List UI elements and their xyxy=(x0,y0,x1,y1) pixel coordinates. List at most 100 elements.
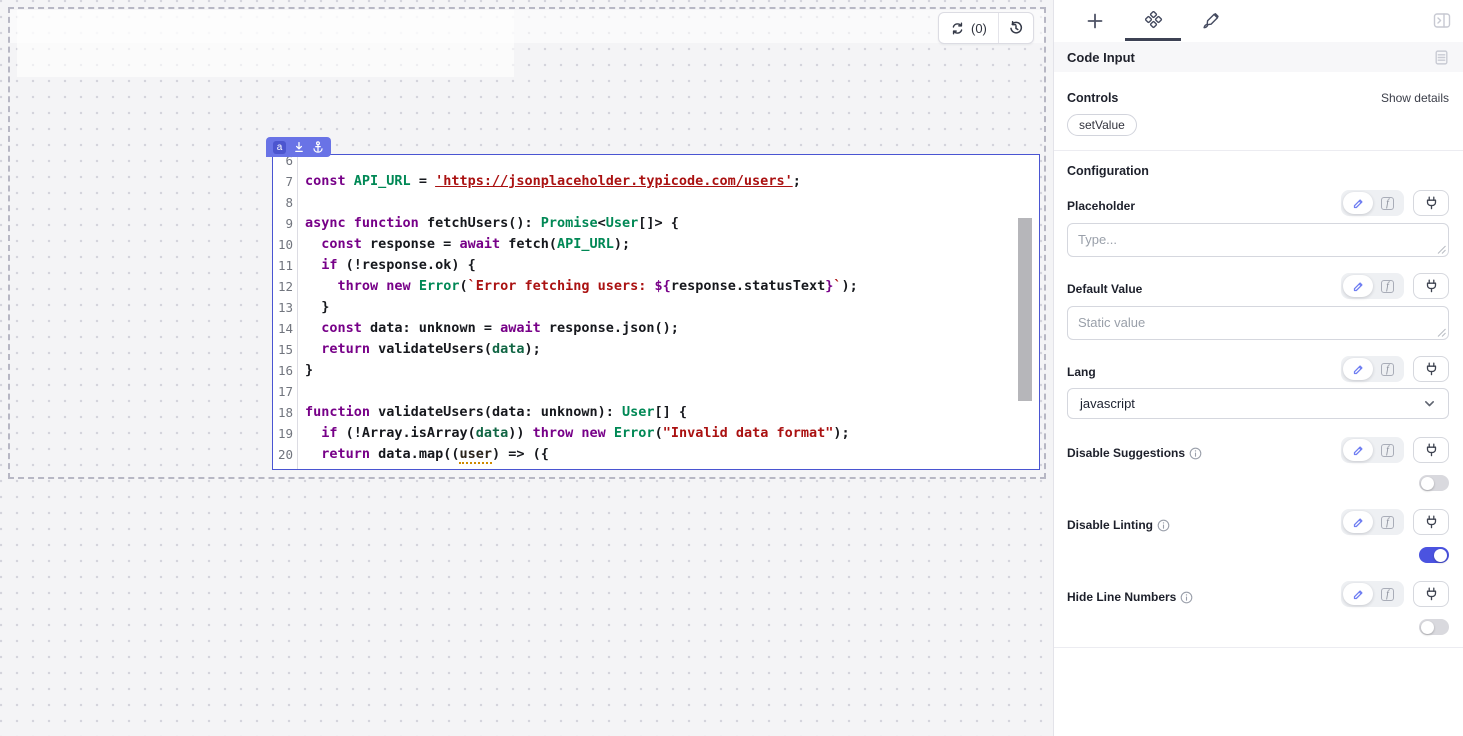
binding-mode-segment[interactable]: f xyxy=(1341,581,1404,607)
component-header: Code Input xyxy=(1054,42,1463,72)
code-text: } xyxy=(298,360,313,381)
line-number: 21 xyxy=(273,465,298,469)
fx-icon[interactable]: f xyxy=(1373,588,1402,601)
paintbrush-icon xyxy=(1202,12,1220,30)
fx-icon[interactable]: f xyxy=(1373,444,1402,457)
code-line: 8 xyxy=(273,192,1039,213)
disable-linting-toggle[interactable] xyxy=(1419,547,1449,563)
field-label: Hide Line Numbers xyxy=(1067,590,1176,604)
pencil-icon[interactable] xyxy=(1343,439,1373,461)
pencil-icon[interactable] xyxy=(1343,192,1373,214)
app-root: (0) a xyxy=(0,0,1463,736)
binding-mode-segment[interactable]: f xyxy=(1341,356,1404,382)
default-value-input[interactable] xyxy=(1067,306,1449,340)
anchor-icon[interactable] xyxy=(312,141,324,153)
line-number: 8 xyxy=(273,192,298,213)
code-line: 11 if (!response.ok) { xyxy=(273,255,1039,276)
binding-mode-segment[interactable]: f xyxy=(1341,273,1404,299)
binding-mode-segment[interactable]: f xyxy=(1341,437,1404,463)
config-field-placeholder: Placeholder f xyxy=(1067,190,1449,257)
code-text xyxy=(298,381,305,402)
fx-icon[interactable]: f xyxy=(1373,516,1402,529)
editor-scrollbar[interactable] xyxy=(1018,218,1032,401)
tab-add[interactable] xyxy=(1066,1,1124,41)
hide-line-numbers-toggle[interactable] xyxy=(1419,619,1449,635)
line-number: 11 xyxy=(273,255,298,276)
fx-icon[interactable]: f xyxy=(1373,363,1402,376)
plug-button[interactable] xyxy=(1413,190,1449,216)
refresh-count: (0) xyxy=(971,21,987,36)
code-text: throw new Error(`Error fetching users: $… xyxy=(298,276,858,297)
code-text: return data.map((user) => ({ xyxy=(298,444,549,465)
code-text: async function fetchUsers(): Promise<Use… xyxy=(298,213,679,234)
line-number: 14 xyxy=(273,318,298,339)
plug-button[interactable] xyxy=(1413,581,1449,607)
lang-select[interactable]: javascript xyxy=(1067,388,1449,419)
history-button[interactable] xyxy=(999,13,1033,43)
panel-body: Controls Show details setValue Configura… xyxy=(1054,91,1463,635)
plug-button[interactable] xyxy=(1413,356,1449,382)
tab-components[interactable] xyxy=(1124,1,1182,41)
code-line: 21 xyxy=(273,465,1039,469)
config-field-lang: Lang f xyxy=(1067,356,1449,419)
line-number: 13 xyxy=(273,297,298,318)
code-text xyxy=(298,192,305,213)
configuration-heading: Configuration xyxy=(1067,164,1449,178)
show-details-link[interactable]: Show details xyxy=(1381,91,1449,105)
widget-handle[interactable]: a xyxy=(266,137,331,157)
pencil-icon[interactable] xyxy=(1343,358,1373,380)
config-field-disable-suggestions: Disable Suggestions f xyxy=(1067,437,1449,491)
pencil-icon[interactable] xyxy=(1343,275,1373,297)
code-line: 17 xyxy=(273,381,1039,402)
line-number: 16 xyxy=(273,360,298,381)
tab-styles[interactable] xyxy=(1182,1,1240,41)
line-number: 6 xyxy=(273,155,298,171)
plug-button[interactable] xyxy=(1413,437,1449,463)
binding-mode-segment[interactable]: f xyxy=(1341,509,1404,535)
field-label: Lang xyxy=(1067,365,1096,379)
code-line: 10 const response = await fetch(API_URL)… xyxy=(273,234,1039,255)
plug-button[interactable] xyxy=(1413,509,1449,535)
fx-icon[interactable]: f xyxy=(1373,197,1402,210)
controls-heading: Controls xyxy=(1067,91,1118,105)
code-line: 18function validateUsers(data: unknown):… xyxy=(273,402,1039,423)
code-editor[interactable]: 67const API_URL = 'https://jsonplacehold… xyxy=(273,155,1039,469)
code-line: 14 const data: unknown = await response.… xyxy=(273,318,1039,339)
line-number: 9 xyxy=(273,213,298,234)
inspector-panel: Code Input Controls Show details setValu… xyxy=(1054,0,1463,736)
disable-suggestions-toggle[interactable] xyxy=(1419,475,1449,491)
line-number: 10 xyxy=(273,234,298,255)
app-canvas[interactable]: (0) a xyxy=(0,0,1054,736)
control-chip-setvalue[interactable]: setValue xyxy=(1067,114,1137,136)
code-line: 13 } xyxy=(273,297,1039,318)
plug-button[interactable] xyxy=(1413,273,1449,299)
code-line: 20 return data.map((user) => ({ xyxy=(273,444,1039,465)
code-input-widget[interactable]: a 67const API_URL = 'https://jsonplaceho… xyxy=(272,154,1040,470)
widget-handle-label[interactable]: a xyxy=(273,141,286,154)
chevron-down-icon xyxy=(1423,397,1436,410)
code-line: 12 throw new Error(`Error fetching users… xyxy=(273,276,1039,297)
code-text: if (!Array.isArray(data)) throw new Erro… xyxy=(298,423,850,444)
plus-icon xyxy=(1087,13,1103,29)
placeholder-input[interactable] xyxy=(1067,223,1449,257)
history-icon xyxy=(1008,20,1024,36)
code-lines: 67const API_URL = 'https://jsonplacehold… xyxy=(273,155,1039,469)
pencil-icon[interactable] xyxy=(1343,583,1373,605)
code-line: 7const API_URL = 'https://jsonplaceholde… xyxy=(273,171,1039,192)
canvas-action-bar: (0) xyxy=(938,12,1034,44)
info-icon xyxy=(1180,591,1193,604)
code-text: } xyxy=(298,297,329,318)
field-label: Default Value xyxy=(1067,282,1142,296)
config-field-disable-linting: Disable Linting f xyxy=(1067,509,1449,563)
binding-mode-segment[interactable]: f xyxy=(1341,190,1404,216)
document-icon[interactable] xyxy=(1433,49,1450,66)
panel-collapse-icon[interactable] xyxy=(1433,12,1451,29)
line-number: 20 xyxy=(273,444,298,465)
config-field-hide-line-numbers: Hide Line Numbers f xyxy=(1067,581,1449,635)
arrow-down-to-bar-icon[interactable] xyxy=(293,141,305,153)
pencil-icon[interactable] xyxy=(1343,511,1373,533)
line-number: 17 xyxy=(273,381,298,402)
refresh-button[interactable]: (0) xyxy=(939,13,999,43)
fx-icon[interactable]: f xyxy=(1373,280,1402,293)
component-title: Code Input xyxy=(1067,50,1135,65)
